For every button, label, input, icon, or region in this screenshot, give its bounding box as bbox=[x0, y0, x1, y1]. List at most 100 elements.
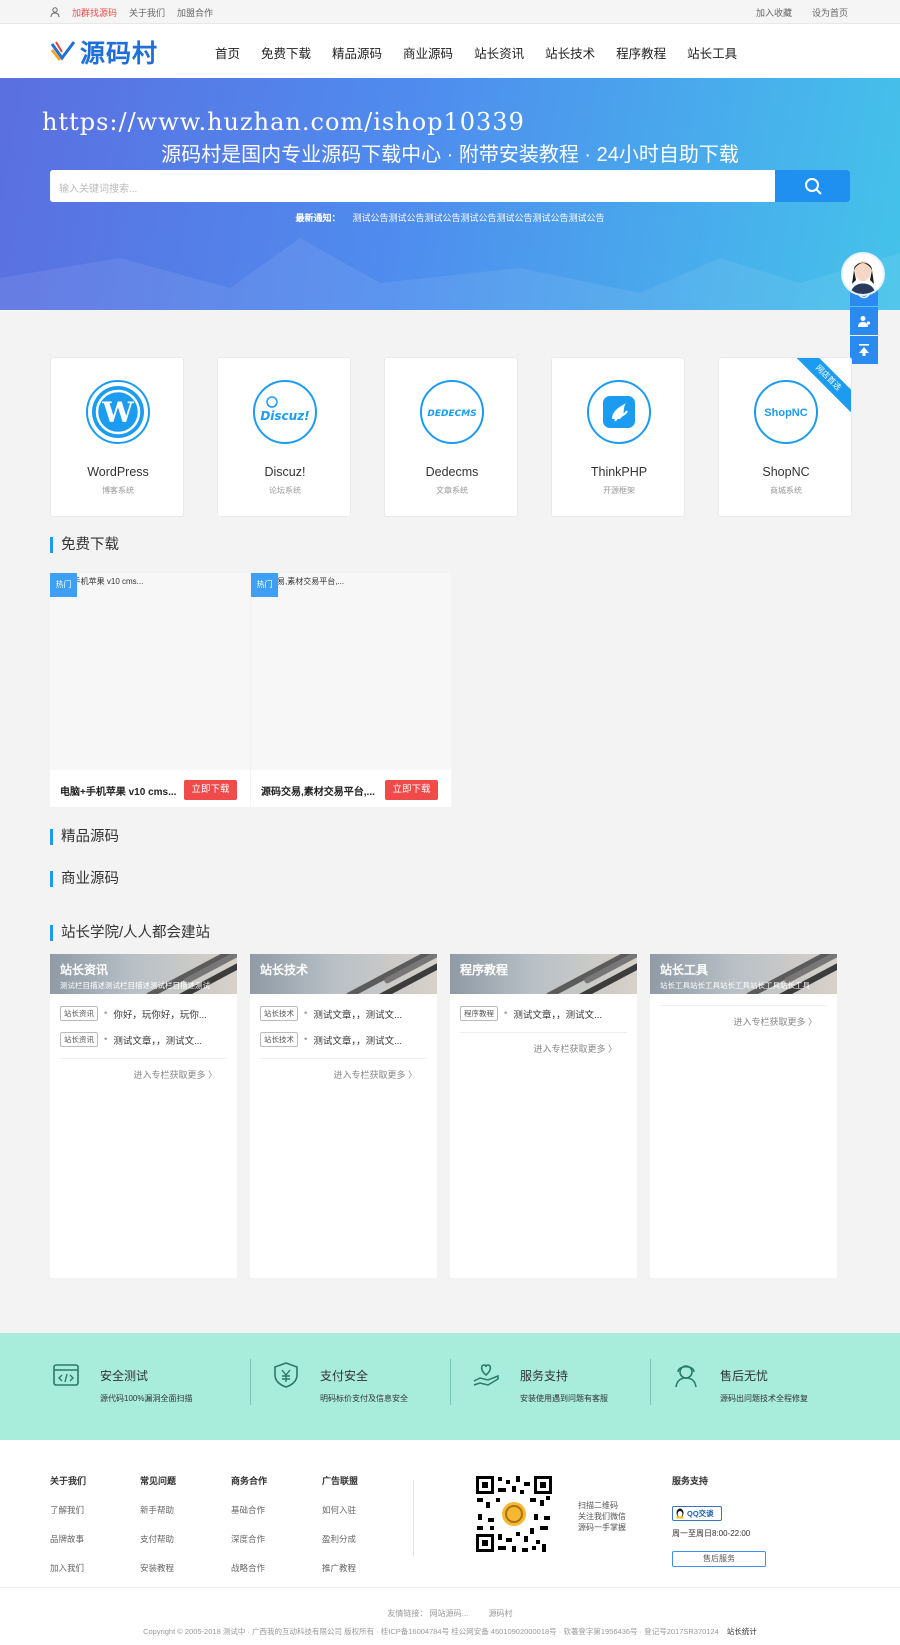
site-footer: 关于我们 了解我们 品牌故事 加入我们 常见问题 新手帮助 支付帮助 安装教程 … bbox=[0, 1440, 900, 1645]
card-title[interactable]: 源码交易,素材交易平台,... bbox=[261, 783, 381, 798]
divider bbox=[660, 1005, 827, 1006]
list-item[interactable]: 站长技术 • 测试文章，，测试文... bbox=[260, 1032, 402, 1047]
nav-business[interactable]: 商业源码 bbox=[403, 43, 453, 62]
divider bbox=[260, 1058, 427, 1059]
cms-sub: 论坛系统 bbox=[269, 486, 301, 495]
footer-link[interactable]: 安装教程 bbox=[140, 1562, 176, 1574]
customer-service-avatar[interactable] bbox=[841, 252, 885, 296]
service-agent-icon bbox=[675, 1365, 697, 1388]
list-item[interactable]: 站长技术 • 测试文章，，测试文... bbox=[260, 1006, 402, 1021]
search-icon bbox=[804, 178, 822, 195]
footer-link[interactable]: 加入我们 bbox=[50, 1562, 86, 1574]
notice-text[interactable]: 测试公告测试公告测试公告测试公告测试公告测试公告测试公告 bbox=[353, 213, 605, 223]
footer-link[interactable]: 新手帮助 bbox=[140, 1504, 176, 1516]
feature-title: 支付安全 bbox=[320, 1369, 369, 1383]
search-button[interactable] bbox=[775, 170, 850, 202]
back-to-top-button[interactable] bbox=[850, 336, 878, 364]
footer-col-heading: 关于我们 bbox=[50, 1476, 87, 1486]
column-title: 站长工具 bbox=[660, 963, 709, 977]
more-link[interactable]: 进入专栏获取更多 〉 bbox=[733, 1015, 817, 1028]
stats-link[interactable]: 站长统计 bbox=[727, 1627, 757, 1636]
footer-link[interactable]: 战略合作 bbox=[231, 1562, 267, 1574]
cms-card-dedecms[interactable]: DEDECMS Dedecms 文章系统 bbox=[384, 357, 518, 517]
headset-icon bbox=[858, 316, 871, 327]
hero-banner: https://www.huzhan.com/ishop10339 源码村是国内… bbox=[0, 78, 900, 310]
footer-link[interactable]: 支付帮助 bbox=[140, 1533, 176, 1545]
after-sale-button[interactable]: 售后服务 bbox=[672, 1551, 766, 1567]
friend-links: 友情链接： 网站源码... 源码村 bbox=[0, 1608, 900, 1619]
cms-card-shopnc[interactable]: ShopNC ShopNC 商城系统 网店首选 bbox=[718, 357, 852, 517]
nav-home[interactable]: 首页 bbox=[215, 43, 240, 62]
qr-caption-line: 扫描二维码 bbox=[578, 1501, 618, 1510]
cms-card-thinkphp[interactable]: ThinkPHP 开源框架 bbox=[551, 357, 685, 517]
feature-title: 售后无忧 bbox=[720, 1369, 769, 1383]
qq-chat-button[interactable]: QQ交谈 bbox=[672, 1506, 722, 1521]
shopnc-icon: ShopNC bbox=[754, 380, 818, 444]
search-input[interactable]: 输入关键词搜索... bbox=[59, 180, 137, 195]
float-service-button[interactable] bbox=[850, 307, 878, 335]
download-button[interactable]: 立即下载 bbox=[385, 780, 438, 800]
feature-title: 服务支持 bbox=[520, 1369, 569, 1383]
footer-link[interactable]: 基础合作 bbox=[231, 1504, 267, 1516]
column-header[interactable]: 站长工具 站长工具站长工具站长工具站长工具站长工具 bbox=[650, 954, 837, 994]
cms-card-wordpress[interactable]: W WordPress 博客系统 bbox=[50, 357, 184, 517]
hot-tag: 热门 bbox=[50, 573, 77, 597]
nav-news[interactable]: 站长资讯 bbox=[474, 43, 524, 62]
divider bbox=[450, 1359, 451, 1405]
more-link[interactable]: 进入专栏获取更多 〉 bbox=[333, 1068, 417, 1081]
article-title[interactable]: 测试文章，，测试文... bbox=[313, 1033, 402, 1047]
dedecms-icon: DEDECMS bbox=[420, 380, 484, 444]
card-title[interactable]: 电脑+手机苹果 v10 cms... bbox=[60, 783, 180, 798]
nav-tools[interactable]: 站长工具 bbox=[687, 43, 737, 62]
download-card[interactable]: 源码交易,素材交易平台,... 热门 源码交易,素材交易平台,... 立即下载 bbox=[251, 573, 451, 807]
topbar-link-join-group[interactable]: 加群找源码 bbox=[72, 6, 117, 19]
feature-desc: 源码出问题技术全程修复 bbox=[720, 1394, 808, 1403]
feature-desc: 源代码100%漏洞全面扫描 bbox=[100, 1394, 193, 1403]
qr-caption-line: 关注我们微信 bbox=[578, 1512, 626, 1521]
friend-link[interactable]: 网站源码... bbox=[430, 1609, 469, 1618]
footer-link[interactable]: 了解我们 bbox=[50, 1504, 86, 1516]
column-header[interactable]: 程序教程 bbox=[450, 954, 637, 994]
nav-free-download[interactable]: 免费下载 bbox=[261, 43, 311, 62]
nav-tech[interactable]: 站长技术 bbox=[545, 43, 595, 62]
download-card[interactable]: 电脑+手机苹果 v10 cms... 热门 电脑+手机苹果 v10 cms...… bbox=[50, 573, 250, 807]
article-title[interactable]: 你好，玩你好，玩你... bbox=[113, 1007, 206, 1021]
nav-tutorials[interactable]: 程序教程 bbox=[616, 43, 666, 62]
footer-col-ads: 广告联盟 如何入驻 盈利分成 推广教程 bbox=[322, 1474, 358, 1591]
cms-card-discuz[interactable]: Discuz! Discuz! 论坛系统 bbox=[217, 357, 351, 517]
banner-slogan: 源码村是国内专业源码下载中心 · 附带安装教程 · 24小时自助下载 bbox=[161, 144, 739, 166]
list-item[interactable]: 站长资讯 • 你好，玩你好，玩你... bbox=[60, 1006, 207, 1021]
list-item[interactable]: 站长资讯 • 测试文章，，测试文... bbox=[60, 1032, 202, 1047]
column-header[interactable]: 站长技术 bbox=[250, 954, 437, 994]
card-thumbnail bbox=[251, 573, 451, 770]
footer-col-about: 关于我们 了解我们 品牌故事 加入我们 bbox=[50, 1474, 86, 1591]
nav-premium[interactable]: 精品源码 bbox=[332, 43, 382, 62]
footer-link[interactable]: 如何入驻 bbox=[322, 1504, 358, 1516]
topbar-link-about[interactable]: 关于我们 bbox=[129, 6, 165, 19]
category-badge: 程序教程 bbox=[460, 1006, 498, 1021]
column-header[interactable]: 站长资讯 测试栏目描述测试栏目描述测试栏目描述测试 bbox=[50, 954, 237, 994]
list-item[interactable]: 程序教程 • 测试文章，，测试文... bbox=[460, 1006, 602, 1021]
avatar-icon bbox=[843, 254, 883, 294]
article-title[interactable]: 测试文章，，测试文... bbox=[113, 1033, 202, 1047]
add-favorite-link[interactable]: 加入收藏 bbox=[756, 6, 792, 19]
download-button[interactable]: 立即下载 bbox=[184, 780, 237, 800]
academy-column-tools: 站长工具 站长工具站长工具站长工具站长工具站长工具 进入专栏获取更多 〉 bbox=[650, 954, 837, 1278]
more-link[interactable]: 进入专栏获取更多 〉 bbox=[533, 1042, 617, 1055]
category-badge: 站长资讯 bbox=[60, 1032, 98, 1047]
footer-link[interactable]: 推广教程 bbox=[322, 1562, 358, 1574]
article-title[interactable]: 测试文章，，测试文... bbox=[313, 1007, 402, 1021]
footer-link[interactable]: 盈利分成 bbox=[322, 1533, 358, 1545]
footer-link[interactable]: 品牌故事 bbox=[50, 1533, 86, 1545]
topbar-link-partner[interactable]: 加盟合作 bbox=[177, 6, 213, 19]
more-link[interactable]: 进入专栏获取更多 〉 bbox=[133, 1068, 217, 1081]
qq-penguin-icon bbox=[676, 1508, 684, 1519]
set-homepage-link[interactable]: 设为首页 bbox=[812, 6, 848, 19]
feature-desc: 安装使用遇到问题有客服 bbox=[520, 1394, 608, 1403]
friend-link[interactable]: 源码村 bbox=[489, 1609, 513, 1618]
article-title[interactable]: 测试文章，，测试文... bbox=[513, 1007, 602, 1021]
footer-link[interactable]: 深度合作 bbox=[231, 1533, 267, 1545]
copyright-text: Copyright © 2005-2018 测试中 · 广西我的互动科技有限公司… bbox=[143, 1627, 719, 1636]
footer-col-business: 商务合作 基础合作 深度合作 战略合作 bbox=[231, 1474, 267, 1591]
site-logo[interactable]: 源码村 bbox=[50, 34, 158, 70]
